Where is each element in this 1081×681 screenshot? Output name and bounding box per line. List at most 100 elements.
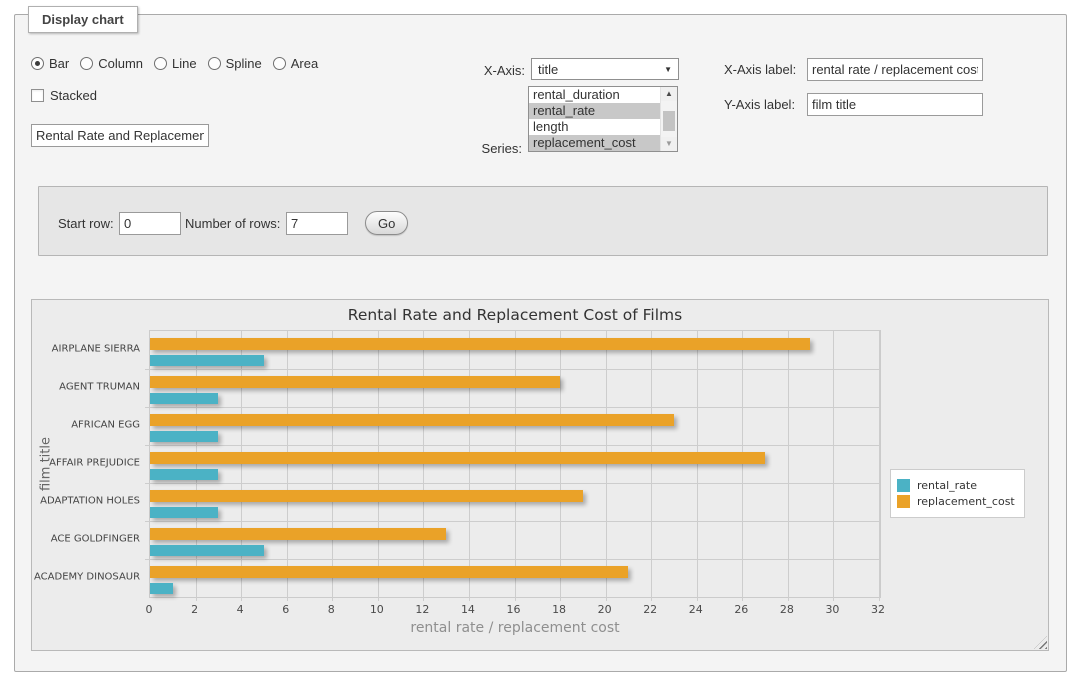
chart-type-option-spline[interactable]: Spline bbox=[208, 56, 262, 71]
series-option-length[interactable]: length bbox=[529, 119, 660, 135]
replacement_cost-bar bbox=[150, 338, 810, 350]
x-axis-label-caption: X-Axis label: bbox=[724, 62, 796, 77]
fieldset-legend: Display chart bbox=[28, 6, 138, 33]
chart-type-label: Bar bbox=[49, 56, 69, 71]
gridline bbox=[332, 331, 333, 601]
chart-type-label: Column bbox=[98, 56, 143, 71]
replacement_cost-bar bbox=[150, 414, 674, 426]
start-row-input[interactable] bbox=[119, 212, 181, 235]
chart-title: Rental Rate and Replacement Cost of Film… bbox=[149, 306, 881, 324]
chart-legend: rental_rate replacement_cost bbox=[890, 469, 1025, 518]
x-tick-label: 32 bbox=[871, 603, 885, 616]
rental_rate-bar bbox=[150, 545, 264, 556]
rental_rate-bar bbox=[150, 583, 173, 594]
chart-type-option-bar[interactable]: Bar bbox=[31, 56, 69, 71]
rental_rate-bar bbox=[150, 393, 218, 404]
x-tick-label: 18 bbox=[552, 603, 566, 616]
rental_rate-swatch bbox=[897, 479, 910, 492]
stacked-checkbox-row[interactable]: Stacked bbox=[31, 88, 97, 103]
x-tick-label: 16 bbox=[507, 603, 521, 616]
x-tick-label: 22 bbox=[643, 603, 657, 616]
gridline bbox=[879, 331, 880, 601]
gridline bbox=[651, 331, 652, 601]
y-tick-label: AGENT TRUMAN bbox=[34, 382, 140, 393]
chart-type-radio-group: Bar Column Line Spline Area bbox=[31, 56, 318, 71]
chart-type-option-column[interactable]: Column bbox=[80, 56, 143, 71]
x-tick-label: 2 bbox=[191, 603, 198, 616]
start-row-label: Start row: bbox=[58, 216, 114, 231]
x-tick-label: 24 bbox=[689, 603, 703, 616]
radio-icon[interactable] bbox=[31, 57, 44, 70]
chart-type-option-area[interactable]: Area bbox=[273, 56, 318, 71]
series-option-rental_duration[interactable]: rental_duration bbox=[529, 87, 660, 103]
y-tick-label: ACE GOLDFINGER bbox=[34, 534, 140, 545]
gridline bbox=[145, 521, 880, 522]
x-tick-label: 20 bbox=[598, 603, 612, 616]
gridline bbox=[469, 331, 470, 601]
gridline bbox=[423, 331, 424, 601]
scroll-down-icon[interactable]: ▼ bbox=[661, 137, 677, 151]
gridline bbox=[378, 331, 379, 601]
number-of-rows-label: Number of rows: bbox=[185, 216, 280, 231]
x-axis-caption: X-Axis: bbox=[453, 63, 525, 78]
x-tick-label: 12 bbox=[415, 603, 429, 616]
chart-title-input[interactable] bbox=[31, 124, 209, 147]
rental_rate-bar bbox=[150, 355, 264, 366]
legend-item: rental_rate bbox=[897, 479, 1015, 492]
gridline bbox=[241, 331, 242, 601]
radio-icon[interactable] bbox=[154, 57, 167, 70]
series-listbox[interactable]: rental_durationrental_ratelengthreplacem… bbox=[528, 86, 678, 152]
gridline bbox=[145, 483, 880, 484]
x-axis-select[interactable]: title ▼ bbox=[531, 58, 679, 80]
x-tick-label: 26 bbox=[734, 603, 748, 616]
x-axis-label-input[interactable] bbox=[807, 58, 983, 81]
scroll-up-icon[interactable]: ▲ bbox=[661, 87, 677, 101]
x-tick-label: 28 bbox=[780, 603, 794, 616]
chart-x-axis-title: rental rate / replacement cost bbox=[149, 620, 881, 636]
display-chart-fieldset: Display chart BarColumnLineSplineArea St… bbox=[14, 14, 1067, 672]
gridline bbox=[606, 331, 607, 601]
replacement_cost-bar bbox=[150, 490, 583, 502]
radio-icon[interactable] bbox=[208, 57, 221, 70]
scroll-thumb[interactable] bbox=[663, 111, 675, 131]
chart-type-option-line[interactable]: Line bbox=[154, 56, 197, 71]
gridline bbox=[145, 407, 880, 408]
gridline bbox=[145, 369, 880, 370]
chart-type-label: Line bbox=[172, 56, 197, 71]
gridline bbox=[145, 445, 880, 446]
rental_rate-bar bbox=[150, 507, 218, 518]
replacement_cost-swatch bbox=[897, 495, 910, 508]
series-option-rental_rate[interactable]: rental_rate bbox=[529, 103, 660, 119]
series-caption: Series: bbox=[453, 141, 522, 156]
y-tick-label: AFRICAN EGG bbox=[34, 420, 140, 431]
x-tick-label: 14 bbox=[461, 603, 475, 616]
replacement_cost-bar bbox=[150, 376, 560, 388]
y-axis-label-caption: Y-Axis label: bbox=[724, 97, 795, 112]
rental_rate-bar bbox=[150, 469, 218, 480]
gridline bbox=[788, 331, 789, 601]
go-button[interactable]: Go bbox=[365, 211, 408, 235]
y-axis-label-input[interactable] bbox=[807, 93, 983, 116]
radio-icon[interactable] bbox=[273, 57, 286, 70]
x-tick-label: 30 bbox=[825, 603, 839, 616]
gridline bbox=[515, 331, 516, 601]
stacked-checkbox[interactable] bbox=[31, 89, 44, 102]
x-axis-selected-value: title bbox=[538, 62, 558, 77]
stacked-label: Stacked bbox=[50, 88, 97, 103]
radio-icon[interactable] bbox=[80, 57, 93, 70]
series-option-replacement_cost[interactable]: replacement_cost bbox=[529, 135, 660, 151]
row-panel: Start row: Number of rows: Go bbox=[38, 186, 1048, 256]
x-tick-label: 4 bbox=[237, 603, 244, 616]
gridline bbox=[196, 331, 197, 601]
y-tick-label: AIRPLANE SIERRA bbox=[34, 344, 140, 355]
y-tick-label: ADAPTATION HOLES bbox=[34, 496, 140, 507]
series-scrollbar[interactable]: ▲ ▼ bbox=[660, 87, 677, 151]
legend-label: rental_rate bbox=[917, 479, 977, 492]
chevron-down-icon: ▼ bbox=[664, 65, 672, 74]
legend-label: replacement_cost bbox=[917, 495, 1015, 508]
replacement_cost-bar bbox=[150, 528, 446, 540]
y-tick-label: AFFAIR PREJUDICE bbox=[34, 458, 140, 469]
x-tick-label: 10 bbox=[370, 603, 384, 616]
number-of-rows-input[interactable] bbox=[286, 212, 348, 235]
resize-handle-icon[interactable] bbox=[1034, 636, 1047, 649]
